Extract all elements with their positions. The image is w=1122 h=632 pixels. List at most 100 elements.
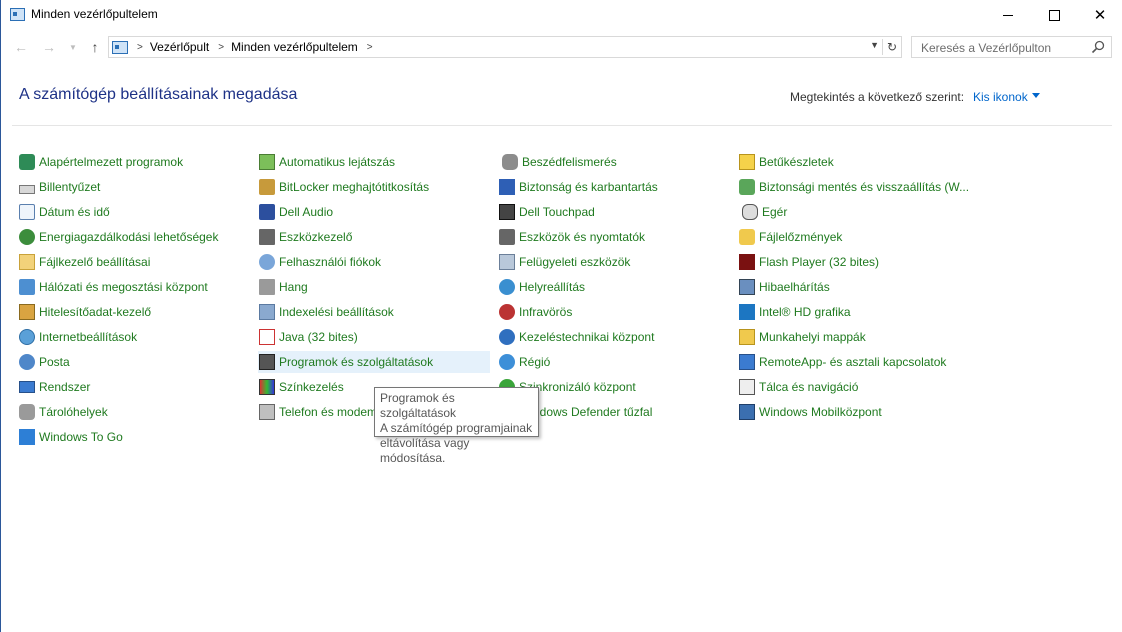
control-panel-item-ease-of-access[interactable]: Kezeléstechnikai központ: [498, 326, 726, 348]
control-panel-app-icon[interactable]: [10, 8, 25, 21]
speaker-icon: [259, 279, 275, 295]
control-panel-item-label: Felhasználói fiókok: [279, 255, 382, 269]
control-panel-item-internet-options[interactable]: Internetbeállítások: [18, 326, 246, 348]
control-panel-item-programs-features[interactable]: Programok és szolgáltatások: [258, 351, 490, 373]
view-by-caret-icon[interactable]: [1032, 93, 1040, 98]
control-panel-item-label: Windows Mobilközpont: [759, 405, 882, 419]
breadcrumb-separator-icon[interactable]: >: [367, 42, 373, 53]
title-bar[interactable]: Minden vezérlőpultelem ✕: [1, 0, 1122, 30]
control-panel-item-keyboard[interactable]: Billentyűzet: [18, 176, 246, 198]
mail-icon: [19, 354, 35, 370]
window-title: Minden vezérlőpultelem: [31, 7, 158, 21]
recovery-icon: [499, 279, 515, 295]
control-panel-item-infrared[interactable]: Infravörös: [498, 301, 726, 323]
recent-locations-button[interactable]: ▼: [63, 36, 83, 58]
control-panel-item-mouse[interactable]: Egér: [738, 201, 966, 223]
control-panel-item-speaker[interactable]: Hang: [258, 276, 486, 298]
control-panel-item-intel-graphics[interactable]: Intel® HD grafika: [738, 301, 966, 323]
default-programs-icon: [19, 154, 35, 170]
control-panel-item-admin-tools[interactable]: Felügyeleti eszközök: [498, 251, 726, 273]
control-panel-item-storage-spaces[interactable]: Tárolóhelyek: [18, 401, 246, 423]
control-panel-item-default-programs[interactable]: Alapértelmezett programok: [18, 151, 246, 173]
control-panel-item-label: Fájlkezelő beállításai: [39, 255, 151, 269]
control-panel-item-label: Java (32 bites): [279, 330, 358, 344]
control-panel-item-troubleshooting[interactable]: Hibaelhárítás: [738, 276, 966, 298]
control-panel-item-flash-player[interactable]: Flash Player (32 bites): [738, 251, 966, 273]
control-panel-item-label: Windows Defender tűzfal: [519, 405, 653, 419]
maximize-button[interactable]: [1031, 0, 1077, 30]
control-panel-item-file-history[interactable]: Fájlelőzmények: [738, 226, 966, 248]
control-panel-item-windows-to-go[interactable]: Windows To Go: [18, 426, 246, 448]
address-bar[interactable]: > Vezérlőpult > Minden vezérlőpultelem >…: [108, 36, 902, 58]
control-panel-item-user-accounts[interactable]: Felhasználói fiókok: [258, 251, 486, 273]
control-panel-item-java[interactable]: Java (32 bites): [258, 326, 486, 348]
tooltip: Programok és szolgáltatások A számítógép…: [374, 387, 539, 465]
control-panel-item-label: Hang: [279, 280, 308, 294]
search-box[interactable]: [911, 36, 1112, 58]
address-dropdown-icon[interactable]: ▼: [870, 40, 879, 50]
control-panel-item-touchpad[interactable]: Dell Touchpad: [498, 201, 726, 223]
power-options-icon: [19, 229, 35, 245]
control-panel-item-network[interactable]: Hálózati és megosztási központ: [18, 276, 246, 298]
view-by-dropdown[interactable]: Kis ikonok: [973, 90, 1028, 104]
breadcrumb-separator-icon[interactable]: >: [218, 42, 224, 53]
control-panel-item-label: Egér: [762, 205, 788, 219]
minimize-icon: [1003, 14, 1013, 16]
control-panel-item-indexing[interactable]: Indexelési beállítások: [258, 301, 486, 323]
windows-to-go-icon: [19, 429, 35, 445]
control-panel-item-clock[interactable]: Dátum és idő: [18, 201, 246, 223]
folder-options-icon: [19, 254, 35, 270]
forward-button[interactable]: →: [39, 36, 59, 58]
control-panel-item-label: Infravörös: [519, 305, 573, 319]
control-panel-item-label: Energiagazdálkodási lehetőségek: [39, 230, 219, 244]
control-panel-item-label: Fájlelőzmények: [759, 230, 843, 244]
network-icon: [19, 279, 35, 295]
breadcrumb-separator-icon[interactable]: >: [137, 42, 143, 53]
breadcrumb-control-panel[interactable]: Vezérlőpult: [150, 40, 209, 54]
control-panel-item-device-manager[interactable]: Eszközkezelő: [258, 226, 486, 248]
control-panel-item-mail[interactable]: Posta: [18, 351, 246, 373]
control-panel-item-dell-audio[interactable]: Dell Audio: [258, 201, 486, 223]
control-panel-item-globe[interactable]: Régió: [498, 351, 726, 373]
storage-spaces-icon: [19, 404, 35, 420]
control-panel-item-system-monitor[interactable]: Rendszer: [18, 376, 246, 398]
control-panel-item-bitlocker[interactable]: BitLocker meghajtótitkosítás: [258, 176, 486, 198]
control-panel-item-microphone[interactable]: Beszédfelismerés: [498, 151, 726, 173]
control-panel-item-label: Dell Audio: [279, 205, 334, 219]
control-panel-item-mobility-center[interactable]: Windows Mobilközpont: [738, 401, 966, 423]
up-button[interactable]: ↑: [85, 36, 105, 58]
search-input[interactable]: [919, 38, 1093, 58]
remote-desktop-icon: [739, 354, 755, 370]
control-panel-item-fonts[interactable]: Betűkészletek: [738, 151, 966, 173]
control-panel-item-credential-vault[interactable]: Hitelesítőadat-kezelő: [18, 301, 246, 323]
control-panel-item-autoplay[interactable]: Automatikus lejátszás: [258, 151, 486, 173]
back-button[interactable]: ←: [11, 36, 31, 58]
control-panel-item-label: Hálózati és megosztási központ: [39, 280, 208, 294]
control-panel-item-work-folders[interactable]: Munkahelyi mappák: [738, 326, 966, 348]
control-panel-item-folder-options[interactable]: Fájlkezelő beállításai: [18, 251, 246, 273]
tooltip-description-line: eltávolítása vagy módosítása.: [380, 436, 470, 465]
fonts-icon: [739, 154, 755, 170]
refresh-icon[interactable]: ↻: [881, 39, 897, 55]
control-panel-item-flag[interactable]: Biztonság és karbantartás: [498, 176, 726, 198]
taskbar-icon: [739, 379, 755, 395]
arrow-up-icon: ↑: [91, 39, 99, 55]
close-button[interactable]: ✕: [1077, 0, 1122, 30]
control-panel-item-label: Felügyeleti eszközök: [519, 255, 631, 269]
control-panel-item-remote-desktop[interactable]: RemoteApp- és asztali kapcsolatok: [738, 351, 966, 373]
control-panel-item-label: Színkezelés: [279, 380, 344, 394]
control-panel-item-label: Programok és szolgáltatások: [279, 355, 434, 369]
control-panel-item-backup[interactable]: Biztonsági mentés és visszaállítás (W...: [738, 176, 970, 198]
control-panel-item-label: RemoteApp- és asztali kapcsolatok: [759, 355, 947, 369]
control-panel-item-power-options[interactable]: Energiagazdálkodási lehetőségek: [18, 226, 246, 248]
control-panel-item-printer[interactable]: Eszközök és nyomtatók: [498, 226, 726, 248]
control-panel-item-recovery[interactable]: Helyreállítás: [498, 276, 726, 298]
header-divider: [12, 125, 1112, 126]
control-panel-item-label: Biztonsági mentés és visszaállítás (W...: [759, 180, 970, 194]
breadcrumb-all-items[interactable]: Minden vezérlőpultelem: [231, 40, 358, 54]
minimize-button[interactable]: [985, 0, 1031, 30]
control-panel-item-taskbar[interactable]: Tálca és navigáció: [738, 376, 966, 398]
search-icon[interactable]: [1091, 40, 1105, 54]
keyboard-icon: [19, 184, 35, 194]
globe-icon: [499, 354, 515, 370]
